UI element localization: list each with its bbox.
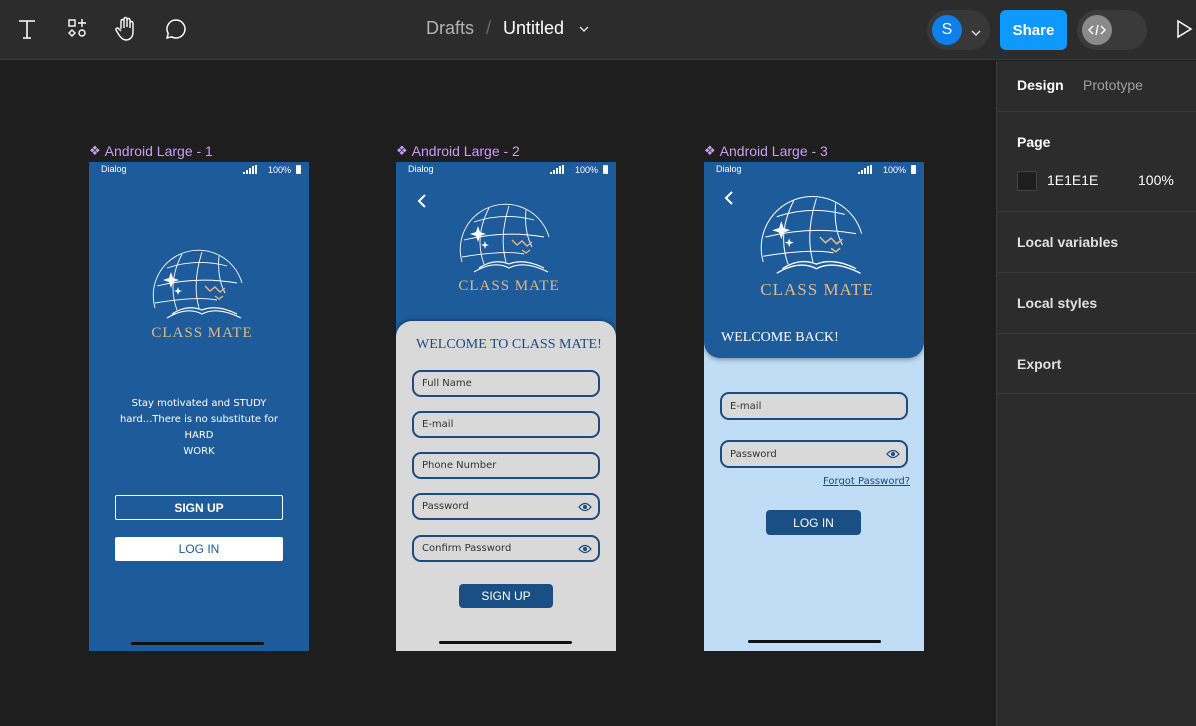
share-button[interactable]: Share xyxy=(1000,10,1067,50)
component-icon: ❖ xyxy=(396,143,408,158)
play-icon[interactable] xyxy=(1175,19,1193,44)
signup-button[interactable]: SIGN UP xyxy=(115,495,283,520)
carrier-label: Dialog xyxy=(716,164,742,174)
signal-icon xyxy=(858,165,872,174)
eye-icon[interactable] xyxy=(578,543,592,555)
local-variables-label[interactable]: Local variables xyxy=(1017,234,1118,250)
welcome-heading: WELCOME TO CLASS MATE! xyxy=(416,337,602,352)
status-bar: Dialog 100% xyxy=(704,162,924,178)
welcome-heading: WELCOME BACK! xyxy=(721,330,839,345)
globe-book-logo-icon xyxy=(760,196,863,274)
frame-label-text: Android Large - 1 xyxy=(104,143,213,159)
back-arrow-icon[interactable] xyxy=(416,193,428,209)
globe-book-logo-icon xyxy=(152,249,243,319)
login-button[interactable]: LOG IN xyxy=(115,537,283,561)
password-field[interactable]: Password xyxy=(412,493,600,520)
page-section: Page xyxy=(997,111,1196,211)
top-toolbar: Drafts / Untitled S Share xyxy=(0,0,1196,60)
eye-icon[interactable] xyxy=(886,448,900,460)
battery-icon xyxy=(603,165,608,174)
components-tool-icon[interactable] xyxy=(63,14,93,44)
phone-number-field[interactable]: Phone Number xyxy=(412,452,600,479)
email-field[interactable]: E-mail xyxy=(412,411,600,438)
back-arrow-icon[interactable] xyxy=(723,190,735,206)
signal-icon xyxy=(243,165,257,174)
field-placeholder: Confirm Password xyxy=(422,543,512,554)
breadcrumb-drafts[interactable]: Drafts xyxy=(426,18,474,39)
carrier-label: Dialog xyxy=(101,164,127,174)
tagline: Stay motivated and STUDY hard...There is… xyxy=(109,396,289,460)
multiplayer-avatars[interactable]: S xyxy=(927,10,990,50)
file-title[interactable]: Untitled xyxy=(503,18,564,39)
email-field[interactable]: E-mail xyxy=(720,392,908,420)
avatar[interactable]: S xyxy=(932,15,962,45)
status-bar: Dialog 100% xyxy=(89,162,309,178)
chevron-down-icon[interactable] xyxy=(578,22,590,40)
eye-icon[interactable] xyxy=(578,501,592,513)
field-placeholder: Phone Number xyxy=(422,460,497,471)
battery-percent: 100% xyxy=(267,165,291,175)
hand-tool-icon[interactable] xyxy=(111,14,141,44)
properties-panel: Design Prototype Page 1E1E1E 100% Local … xyxy=(996,61,1196,726)
frame-label-text: Android Large - 2 xyxy=(411,143,520,159)
phone-frame-3[interactable]: Dialog 100% CLASS MATE WELCOME BACK! E-m… xyxy=(704,162,924,651)
app-logo-text: CLASS MATE xyxy=(760,280,874,299)
frame-label-1[interactable]: ❖ Android Large - 1 xyxy=(89,143,213,159)
forgot-password-link[interactable]: Forgot Password? xyxy=(823,476,910,487)
field-placeholder: E-mail xyxy=(422,419,454,430)
page-color-hex[interactable]: 1E1E1E xyxy=(1047,172,1098,188)
component-icon: ❖ xyxy=(704,143,716,158)
tab-prototype[interactable]: Prototype xyxy=(1083,77,1143,93)
frame-label-2[interactable]: ❖ Android Large - 2 xyxy=(396,143,520,159)
frame-label-text: Android Large - 3 xyxy=(719,143,828,159)
dev-mode-toggle[interactable] xyxy=(1077,10,1147,50)
login-button[interactable]: LOG IN xyxy=(766,510,861,535)
comment-tool-icon[interactable] xyxy=(161,14,191,44)
field-placeholder: Full Name xyxy=(422,378,472,389)
export-section[interactable]: Export xyxy=(997,333,1196,394)
signal-icon xyxy=(550,165,564,174)
field-placeholder: Password xyxy=(422,501,469,512)
tagline-line: WORK xyxy=(183,446,215,457)
globe-book-logo-icon xyxy=(459,203,550,273)
page-section-title: Page xyxy=(1017,134,1051,150)
code-icon xyxy=(1082,15,1112,45)
phone-frame-2[interactable]: Dialog 100% CLASS MATE WELCOME TO CLASS … xyxy=(396,162,616,651)
breadcrumb-separator: / xyxy=(486,18,492,38)
tagline-line: hard...There is no substitute for HARD xyxy=(120,414,278,441)
field-placeholder: E-mail xyxy=(730,400,762,412)
field-placeholder: Password xyxy=(730,448,777,460)
home-indicator xyxy=(748,640,881,643)
local-styles-label[interactable]: Local styles xyxy=(1017,295,1097,311)
local-variables-section[interactable]: Local variables xyxy=(997,211,1196,272)
component-icon: ❖ xyxy=(89,143,101,158)
page-color-swatch[interactable] xyxy=(1017,171,1037,191)
battery-icon xyxy=(911,165,916,174)
battery-icon xyxy=(296,165,301,174)
phone-frame-1[interactable]: Dialog 100% CLASS MATE Stay motivated an… xyxy=(89,162,309,651)
battery-percent: 100% xyxy=(882,165,906,175)
full-name-field[interactable]: Full Name xyxy=(412,370,600,397)
chevron-down-icon[interactable] xyxy=(971,25,981,43)
password-field[interactable]: Password xyxy=(720,440,908,468)
export-label[interactable]: Export xyxy=(1017,356,1061,372)
local-styles-section[interactable]: Local styles xyxy=(997,272,1196,333)
text-tool-icon[interactable] xyxy=(12,14,42,44)
app-logo-text: CLASS MATE xyxy=(458,278,560,294)
app-logo-text: CLASS MATE xyxy=(151,325,253,341)
tab-design[interactable]: Design xyxy=(1017,77,1064,93)
battery-percent: 100% xyxy=(574,165,598,175)
status-bar: Dialog 100% xyxy=(396,162,616,178)
frame-label-3[interactable]: ❖ Android Large - 3 xyxy=(704,143,828,159)
canvas[interactable]: ❖ Android Large - 1 Dialog 100% CLASS MA… xyxy=(0,61,996,726)
signup-button[interactable]: SIGN UP xyxy=(459,584,553,608)
page-color-opacity[interactable]: 100% xyxy=(1138,172,1174,188)
confirm-password-field[interactable]: Confirm Password xyxy=(412,535,600,562)
carrier-label: Dialog xyxy=(408,164,434,174)
home-indicator xyxy=(131,642,264,645)
home-indicator xyxy=(439,641,572,644)
signup-form-card: WELCOME TO CLASS MATE! Full Name E-mail … xyxy=(396,321,616,651)
tagline-line: Stay motivated and STUDY xyxy=(131,398,267,409)
